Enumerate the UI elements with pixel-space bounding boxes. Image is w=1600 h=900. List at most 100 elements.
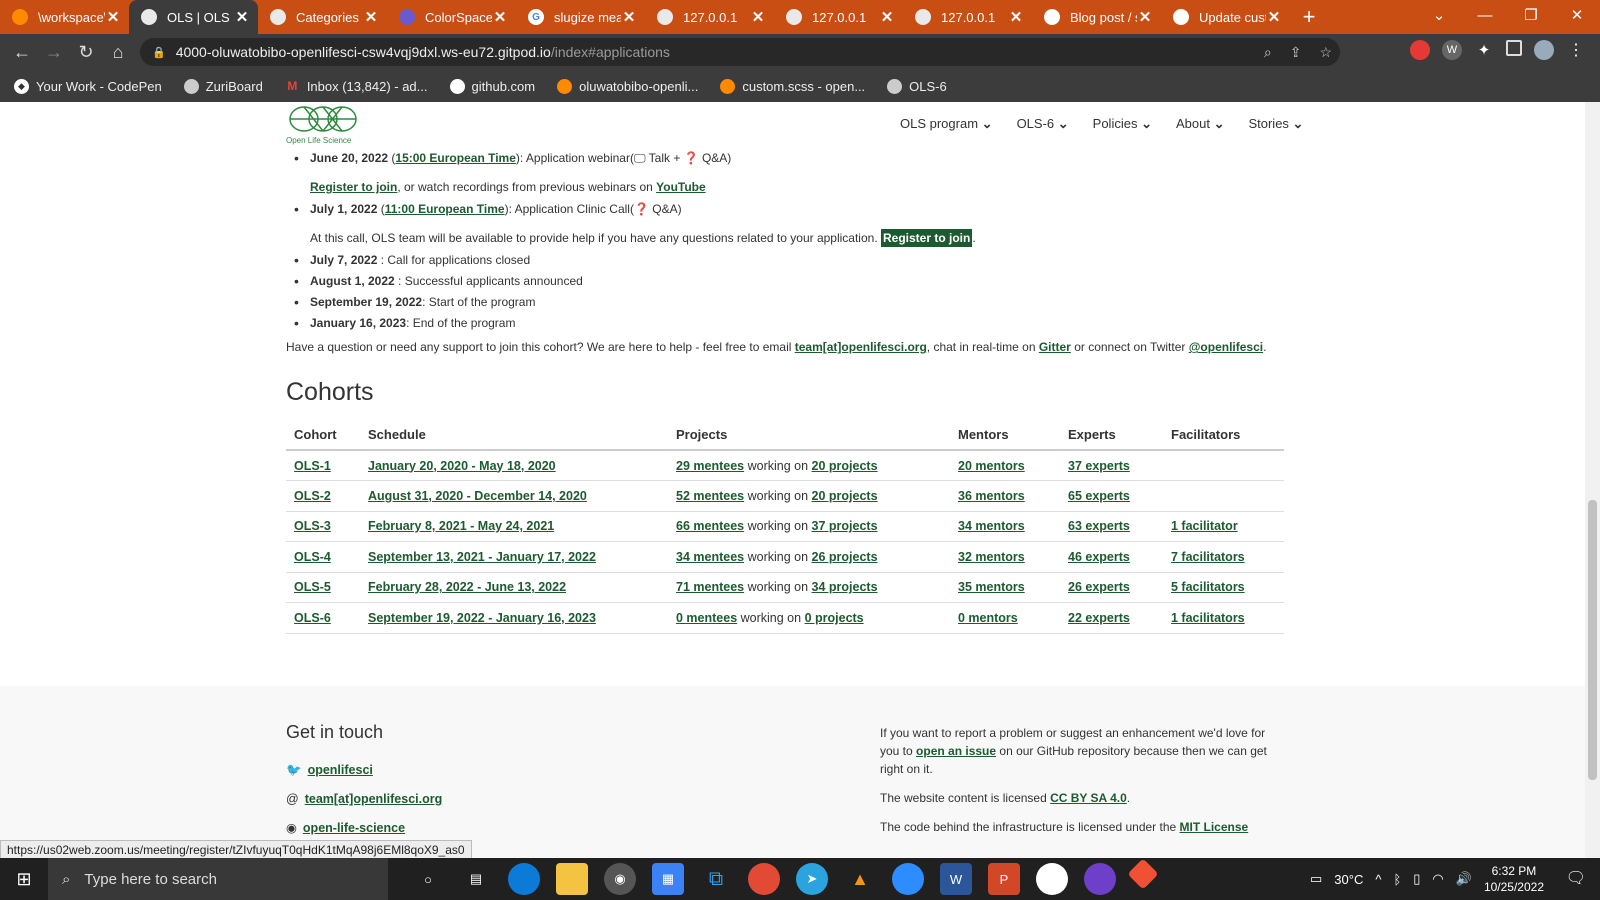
- close-tab-icon[interactable]: ✕: [234, 8, 250, 26]
- new-tab-button[interactable]: +: [1294, 4, 1324, 30]
- battery-icon[interactable]: ▯: [1413, 871, 1420, 887]
- schedule-link[interactable]: September 19, 2022 - January 16, 2023: [368, 611, 596, 625]
- zoom-icon[interactable]: [892, 863, 924, 895]
- volume-icon[interactable]: 🔊: [1456, 871, 1472, 887]
- url-input[interactable]: 🔒 4000-oluwatobibo-openlifesci-csw4vqj9d…: [140, 38, 1340, 66]
- experts-link[interactable]: 46 experts: [1068, 550, 1130, 564]
- powerpoint-icon[interactable]: P: [988, 863, 1020, 895]
- close-tab-icon[interactable]: ✕: [492, 8, 508, 26]
- close-tab-icon[interactable]: ✕: [105, 8, 121, 26]
- cohort-link[interactable]: OLS-2: [294, 489, 331, 503]
- minimize-icon[interactable]: —: [1462, 0, 1508, 34]
- mentees-link[interactable]: 29 mentees: [676, 459, 744, 473]
- browser-tab-5[interactable]: 127.0.0.1 ✕: [645, 0, 774, 34]
- bluetooth-icon[interactable]: ᛒ: [1393, 872, 1401, 887]
- browser-tab-3[interactable]: ColorSpace -✕: [387, 0, 516, 34]
- w-extension-icon[interactable]: W: [1442, 40, 1462, 60]
- facilitators-link[interactable]: 7 facilitators: [1171, 550, 1245, 564]
- mentors-link[interactable]: 35 mentors: [958, 580, 1025, 594]
- browser-tab-1[interactable]: OLS | OLS ✕: [129, 0, 258, 34]
- close-tab-icon[interactable]: ✕: [1137, 8, 1153, 26]
- bookmark-item[interactable]: M Inbox (13,842) - ad...: [285, 79, 427, 94]
- bookmark-item[interactable]: oluwatobibo-openli...: [557, 78, 698, 94]
- mentees-link[interactable]: 66 mentees: [676, 519, 744, 533]
- pokeball-extension-icon[interactable]: [1410, 40, 1430, 60]
- nav-ols-program[interactable]: OLS program: [900, 116, 993, 132]
- facilitators-link[interactable]: 1 facilitator: [1171, 519, 1238, 533]
- cohort-link[interactable]: OLS-1: [294, 459, 331, 473]
- mentors-link[interactable]: 34 mentors: [958, 519, 1025, 533]
- page-scrollbar[interactable]: [1585, 102, 1600, 858]
- windows-start-icon[interactable]: ⊞: [0, 869, 48, 890]
- projects-link[interactable]: 26 projects: [812, 550, 878, 564]
- bookmark-item[interactable]: custom.scss - open...: [720, 78, 865, 94]
- mentees-link[interactable]: 71 mentees: [676, 580, 744, 594]
- weather-icon[interactable]: ▭: [1310, 871, 1322, 887]
- twitter-link[interactable]: @openlifesci: [1189, 340, 1263, 354]
- mentors-link[interactable]: 36 mentors: [958, 489, 1025, 503]
- explorer-icon[interactable]: [556, 863, 588, 895]
- wifi-icon[interactable]: ◠: [1432, 871, 1443, 887]
- bookmark-item[interactable]: github.com: [449, 78, 535, 94]
- schedule-link[interactable]: February 28, 2022 - June 13, 2022: [368, 580, 566, 594]
- telegram-icon[interactable]: ➤: [796, 863, 828, 895]
- experts-link[interactable]: 37 experts: [1068, 459, 1130, 473]
- bookmark-star-icon[interactable]: ☆: [1319, 44, 1332, 61]
- open-issue-link[interactable]: open an issue: [916, 744, 996, 758]
- temperature[interactable]: 30°C: [1334, 872, 1363, 887]
- word-icon[interactable]: W: [940, 863, 972, 895]
- schedule-link[interactable]: February 8, 2021 - May 24, 2021: [368, 519, 554, 533]
- tab-search-icon[interactable]: ⌄: [1416, 0, 1462, 34]
- schedule-link[interactable]: August 31, 2020 - December 14, 2020: [368, 489, 587, 503]
- taskview-icon[interactable]: ▤: [460, 863, 492, 895]
- site-logo[interactable]: Open Life Science: [286, 104, 360, 145]
- cohort-link[interactable]: OLS-4: [294, 550, 331, 564]
- avatar[interactable]: [1534, 40, 1554, 60]
- browser-tab-9[interactable]: Update custo✕: [1161, 0, 1290, 34]
- close-tab-icon[interactable]: ✕: [879, 8, 895, 26]
- browser-tab-0[interactable]: \workspace\ ✕: [0, 0, 129, 34]
- schedule-link[interactable]: September 13, 2021 - January 17, 2022: [368, 550, 596, 564]
- slack-icon[interactable]: [1036, 863, 1068, 895]
- nav-ols-6[interactable]: OLS-6: [1017, 116, 1069, 132]
- menu-dots-icon[interactable]: ⋮: [1566, 40, 1586, 60]
- git-icon[interactable]: [1127, 858, 1159, 890]
- browser-tab-8[interactable]: Blog post / s ✕: [1032, 0, 1161, 34]
- store-icon[interactable]: ▦: [652, 863, 684, 895]
- register-link-highlighted[interactable]: Register to join: [881, 229, 973, 247]
- experts-link[interactable]: 63 experts: [1068, 519, 1130, 533]
- projects-link[interactable]: 37 projects: [812, 519, 878, 533]
- cohort-link[interactable]: OLS-5: [294, 580, 331, 594]
- browser-tab-2[interactable]: Categories | ✕: [258, 0, 387, 34]
- close-tab-icon[interactable]: ✕: [621, 8, 637, 26]
- mit-license-link[interactable]: MIT License: [1180, 820, 1249, 834]
- gitter-link[interactable]: Gitter: [1039, 340, 1071, 354]
- restore-icon[interactable]: ❐: [1508, 0, 1554, 34]
- vscode-icon[interactable]: ⧉: [700, 863, 732, 895]
- cc-license-link[interactable]: CC BY SA 4.0: [1050, 791, 1127, 805]
- projects-link[interactable]: 20 projects: [812, 459, 878, 473]
- time-link[interactable]: 11:00 European Time: [385, 202, 505, 216]
- sidepanel-icon[interactable]: [1506, 40, 1522, 56]
- close-tab-icon[interactable]: ✕: [363, 8, 379, 26]
- experts-link[interactable]: 22 experts: [1068, 611, 1130, 625]
- forward-icon[interactable]: →: [38, 42, 70, 63]
- nav-policies[interactable]: Policies: [1093, 116, 1152, 132]
- home-icon[interactable]: ⌂: [102, 42, 134, 63]
- projects-link[interactable]: 34 projects: [812, 580, 878, 594]
- cohort-link[interactable]: OLS-3: [294, 519, 331, 533]
- puzzle-icon[interactable]: ✦: [1474, 40, 1494, 60]
- browser-tab-6[interactable]: 127.0.0.1 ✕: [774, 0, 903, 34]
- register-link[interactable]: Register to join: [310, 180, 397, 194]
- experts-link[interactable]: 26 experts: [1068, 580, 1130, 594]
- facilitators-link[interactable]: 1 facilitators: [1171, 611, 1245, 625]
- browser-tab-7[interactable]: 127.0.0.1 ✕: [903, 0, 1032, 34]
- youtube-link[interactable]: YouTube: [656, 180, 706, 194]
- obs-icon[interactable]: ◉: [604, 863, 636, 895]
- browser-tab-4[interactable]: Gslugize mean✕: [516, 0, 645, 34]
- cortana-icon[interactable]: ○: [412, 863, 444, 895]
- back-icon[interactable]: ←: [6, 42, 38, 63]
- github-desktop-icon[interactable]: [1084, 863, 1116, 895]
- bookmark-item[interactable]: ZuriBoard: [183, 78, 263, 94]
- edge-icon[interactable]: [508, 863, 540, 895]
